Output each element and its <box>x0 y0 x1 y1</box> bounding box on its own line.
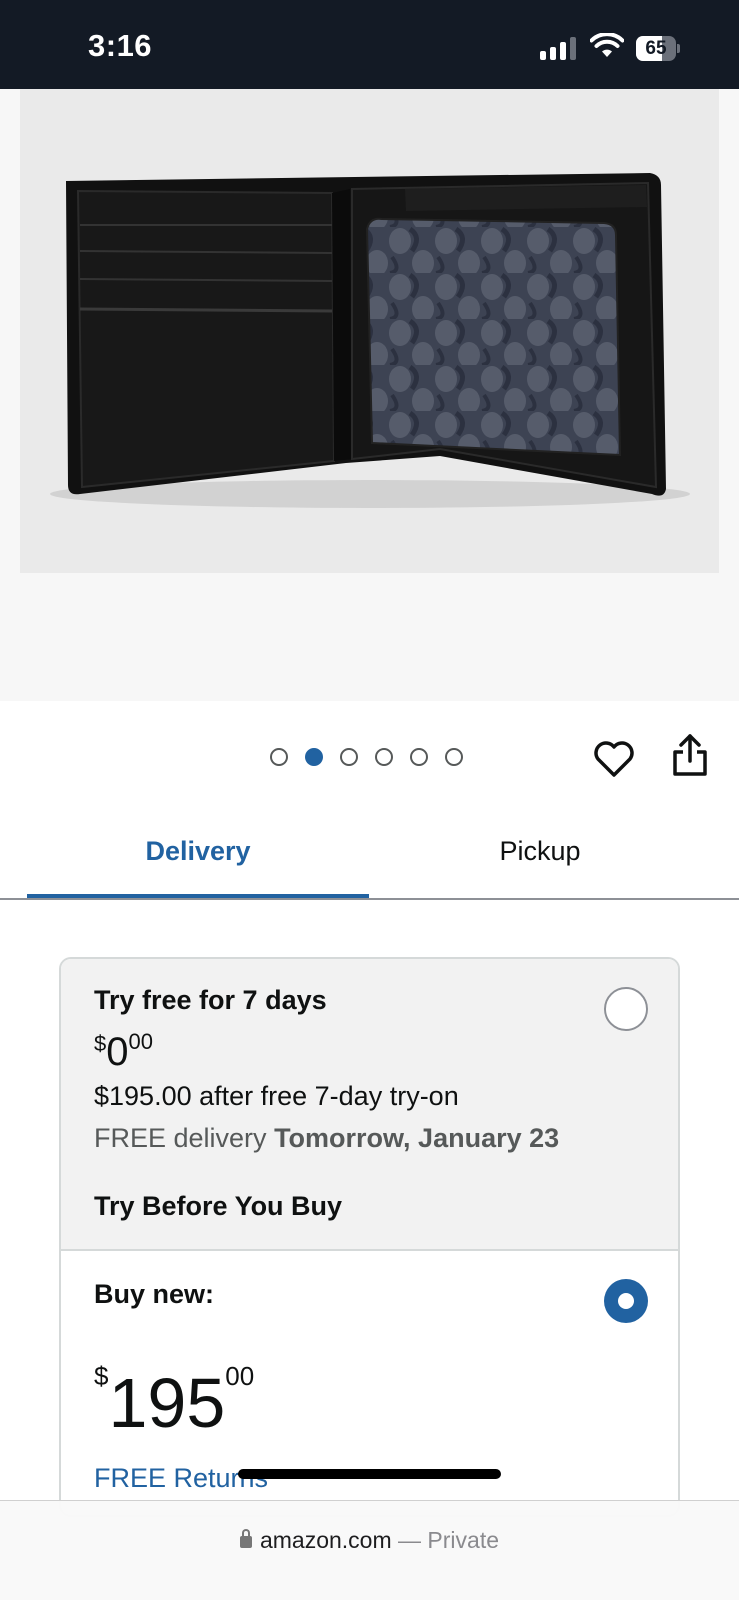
wifi-icon <box>589 32 625 64</box>
try-before-you-buy-option[interactable]: Try free for 7 days $000 $195.00 after f… <box>61 959 678 1251</box>
price-whole: 0 <box>106 1030 129 1074</box>
fulfillment-tabs: Delivery Pickup <box>0 800 739 900</box>
url-domain: amazon.com <box>259 1527 392 1553</box>
carousel-dot[interactable] <box>305 748 323 766</box>
try-program-label: Try Before You Buy <box>94 1191 343 1221</box>
tab-pickup[interactable]: Pickup <box>369 836 711 867</box>
cellular-signal-icon <box>540 36 578 60</box>
browser-url-bar[interactable]: amazon.com — Private <box>0 1500 739 1600</box>
buy-new-radio[interactable] <box>604 1279 648 1323</box>
price-fraction: 00 <box>128 1029 153 1054</box>
try-offer-title: Try free for 7 days <box>94 985 327 1015</box>
price-whole: 195 <box>108 1364 226 1442</box>
status-time: 3:16 <box>88 28 153 63</box>
carousel-dot[interactable] <box>410 748 428 766</box>
home-indicator[interactable] <box>238 1469 501 1479</box>
delivery-prefix: FREE delivery <box>94 1123 267 1153</box>
carousel-dot[interactable] <box>375 748 393 766</box>
favorite-heart-icon[interactable] <box>592 737 636 781</box>
battery-icon: 65 <box>636 36 680 61</box>
carousel-dot[interactable] <box>270 748 288 766</box>
price-symbol: $ <box>94 1031 107 1056</box>
url-separator: — <box>391 1527 428 1553</box>
after-try-price-text: $195.00 after free 7-day try-on <box>94 1081 459 1111</box>
try-offer-price: $000 <box>94 1029 153 1075</box>
carousel-dots <box>270 748 463 766</box>
product-image-area[interactable] <box>0 89 739 701</box>
status-bar: 3:16 65 <box>0 0 739 89</box>
buy-new-title: Buy new: <box>94 1279 215 1309</box>
carousel-dot[interactable] <box>445 748 463 766</box>
url-display[interactable]: amazon.com — Private <box>0 1527 739 1554</box>
product-image[interactable] <box>20 89 719 573</box>
try-offer-radio[interactable] <box>604 987 648 1031</box>
tab-delivery[interactable]: Delivery <box>27 836 369 867</box>
lock-icon <box>239 1529 252 1548</box>
price-symbol: $ <box>94 1361 109 1391</box>
tabs-divider <box>0 898 739 900</box>
browsing-mode: Private <box>427 1527 500 1553</box>
try-delivery-info: FREE delivery Tomorrow, January 23 <box>94 1123 559 1154</box>
share-icon[interactable] <box>670 733 710 779</box>
delivery-date: Tomorrow, January 23 <box>274 1123 560 1153</box>
price-fraction: 00 <box>225 1361 255 1391</box>
buy-new-price: $19500 <box>94 1361 254 1443</box>
carousel-dot[interactable] <box>340 748 358 766</box>
offer-options: Try free for 7 days $000 $195.00 after f… <box>59 957 680 1517</box>
battery-level: 65 <box>645 38 667 59</box>
